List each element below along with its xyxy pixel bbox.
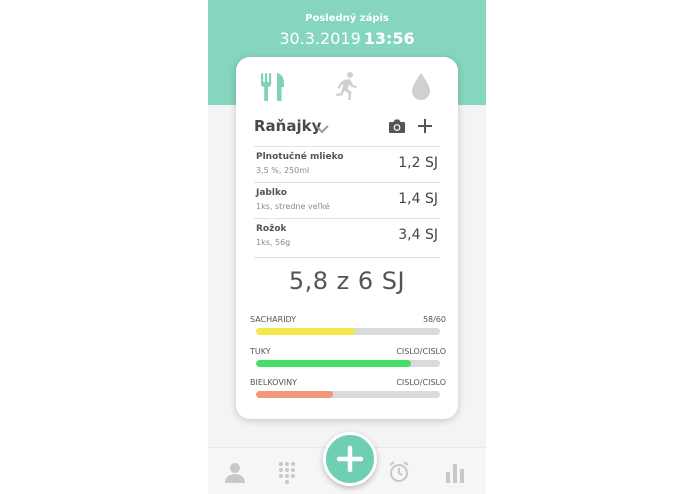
nutrient-proteins: BIELKOVINY CISLO/CISLO [250,378,446,404]
last-entry-time: 13:56 [363,29,415,48]
progress-fill [256,328,356,335]
progress-fill [256,391,334,398]
running-icon[interactable] [332,71,362,103]
meal-selector-row: Raňajky [254,117,442,139]
food-name: Plnotučné mlieko [256,152,344,162]
fork-knife-icon[interactable] [258,71,288,103]
food-item[interactable]: Jablko 1ks, stredne veľké 1,4 SJ [254,182,440,221]
nutrient-label: SACHARIDY [250,315,297,324]
add-icon [336,445,364,473]
progress-track [256,328,440,335]
nutrient-value: CISLO/CISLO [396,347,446,356]
food-name: Rožok [256,224,287,234]
food-value: 3,4 SJ [398,227,438,243]
progress-track [256,391,440,398]
meal-name[interactable]: Raňajky [254,117,321,135]
nutrient-carbs: SACHARIDY 58/60 [250,315,446,341]
nutrient-value: 58/60 [422,315,446,324]
nutrient-label: BIELKOVINY [250,378,298,387]
plus-icon[interactable] [416,117,434,139]
meal-card: Raňajky Plnotučné mlieko 3,5 %, 250ml 1,… [236,57,458,419]
nutrient-fats: TUKY CISLO/CISLO [250,347,446,373]
phone-screen: Posledný zápis 30.3.2019 13:56 Raňajky P… [208,0,486,494]
chevron-down-icon[interactable] [314,120,330,139]
food-name: Jablko [256,188,287,198]
add-entry-button[interactable] [323,432,377,486]
category-tabs [236,71,458,103]
keypad-icon[interactable] [275,460,299,484]
food-detail: 1ks, stredne veľké [256,202,330,211]
food-item[interactable]: Plnotučné mlieko 3,5 %, 250ml 1,2 SJ [254,146,440,185]
drop-icon[interactable] [406,71,436,103]
nutrient-value: CISLO/CISLO [396,378,446,387]
food-value: 1,4 SJ [398,191,438,207]
camera-icon[interactable] [388,118,406,138]
user-icon[interactable] [223,460,247,484]
last-entry-datetime: 30.3.2019 13:56 [208,29,486,48]
alarm-clock-icon[interactable] [387,460,411,484]
progress-fill [256,360,411,367]
bar-chart-icon[interactable] [443,460,467,484]
meal-total: 5,8 z 6 SJ [288,267,406,295]
food-item[interactable]: Rožok 1ks, 56g 3,4 SJ [254,218,440,258]
food-detail: 3,5 %, 250ml [256,166,310,175]
food-value: 1,2 SJ [398,155,438,171]
food-detail: 1ks, 56g [256,238,291,247]
last-entry-date: 30.3.2019 [279,29,361,48]
progress-track [256,360,440,367]
nutrient-label: TUKY [250,347,271,356]
last-entry-label: Posledný zápis [305,13,389,24]
